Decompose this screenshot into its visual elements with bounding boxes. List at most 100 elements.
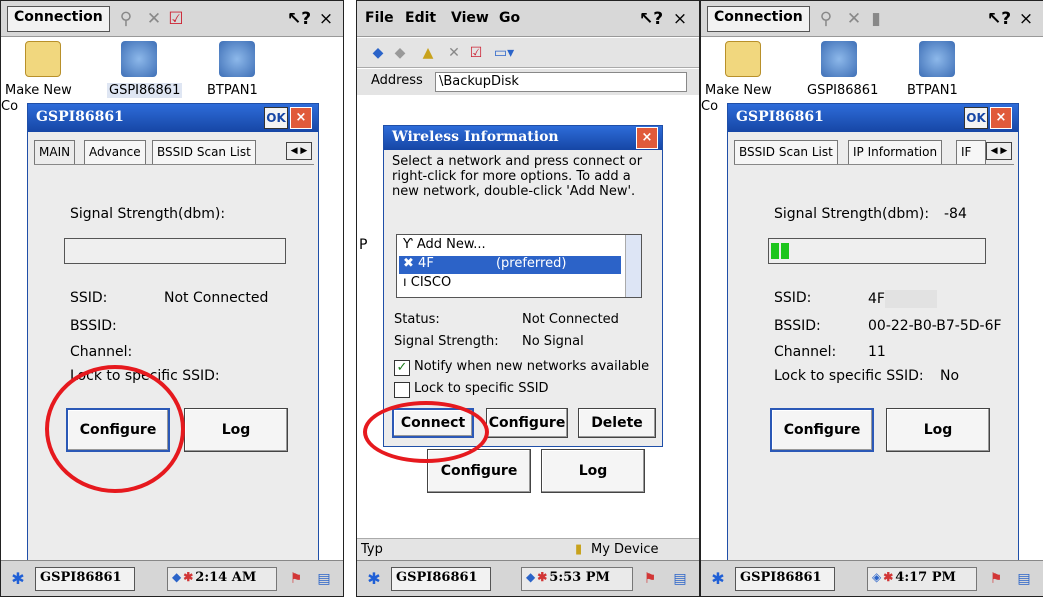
dialog-close-button[interactable]: × xyxy=(290,107,312,129)
tab-ip-information[interactable]: IP Information xyxy=(848,140,943,164)
log-button[interactable]: Log xyxy=(184,408,288,452)
network-list[interactable]: Ƴ Add New... ✖ 4F (preferred) ı CISCO xyxy=(396,234,642,298)
connection-menu-button[interactable]: Connection xyxy=(707,6,810,32)
screen-connected: Connection ⚲ ✕ ▮ ↖? × Make New Co GSPI86… xyxy=(700,0,1043,597)
tab-bssid-scan-list[interactable]: BSSID Scan List xyxy=(152,140,256,164)
network-item-preferred[interactable]: ✖ 4F (preferred) xyxy=(399,256,621,274)
back-icon[interactable]: ◆ xyxy=(367,43,389,63)
properties-icon[interactable]: ☑ xyxy=(465,43,487,63)
channel-value: 11 xyxy=(868,344,886,360)
dialog-title: Wireless Information xyxy=(392,129,559,145)
taskbar-task-button[interactable]: GSPI86861 xyxy=(735,567,835,591)
help-icon[interactable]: ↖? xyxy=(287,8,311,30)
delete-icon[interactable]: ✕ xyxy=(143,8,165,30)
clock: 4:17 PM xyxy=(895,570,956,585)
signal-strength-bar xyxy=(64,238,286,264)
tab-scroll-arrows[interactable]: ◀ ▶ xyxy=(286,142,312,160)
make-new-connection-icon[interactable] xyxy=(25,41,61,77)
network-connection-icon[interactable] xyxy=(121,41,157,77)
dialog-close-button[interactable]: × xyxy=(636,127,658,149)
log-button[interactable]: Log xyxy=(886,408,990,452)
menu-view[interactable]: View xyxy=(451,10,489,26)
tab-if[interactable]: IF xyxy=(956,140,986,164)
tab-bssid-scan-list[interactable]: BSSID Scan List xyxy=(734,140,838,164)
network-name: Add New... xyxy=(416,237,486,252)
desktop-icon[interactable]: ▤ xyxy=(315,569,333,589)
ok-button[interactable]: OK xyxy=(264,107,288,129)
view-menu-icon[interactable]: ▭▾ xyxy=(493,43,515,63)
menu-edit[interactable]: Edit xyxy=(405,10,436,26)
tab-main[interactable]: MAIN xyxy=(34,140,76,164)
wireless-tray-icon[interactable]: ✱ xyxy=(537,570,547,584)
taskbar-task-button[interactable]: GSPI86861 xyxy=(391,567,491,591)
dialog-close-button[interactable]: × xyxy=(990,107,1012,129)
wireless-tray-icon[interactable]: ✱ xyxy=(883,570,893,584)
properties-icon[interactable]: ▮ xyxy=(865,8,887,30)
network-dialog: GSPI86861 OK × MAIN Advance BSSID Scan L… xyxy=(27,103,319,561)
tab-panel-top xyxy=(734,164,1014,165)
network-properties-icon[interactable]: ⚲ xyxy=(115,8,137,30)
close-icon[interactable]: × xyxy=(315,8,337,30)
lock-ssid-checkbox[interactable] xyxy=(394,382,410,398)
wireless-tray-icon[interactable]: ✱ xyxy=(183,570,193,584)
help-icon[interactable]: ↖? xyxy=(639,8,663,30)
bluetooth-pan-icon[interactable] xyxy=(919,41,955,77)
network-item-add-new[interactable]: Ƴ Add New... xyxy=(399,237,490,255)
network-list-scrollbar[interactable] xyxy=(625,235,641,297)
desktop-icon[interactable]: ▤ xyxy=(671,569,689,589)
ok-button[interactable]: OK xyxy=(964,107,988,129)
make-new-connection-icon[interactable] xyxy=(725,41,761,77)
input-panel-icon[interactable]: ⚑ xyxy=(641,569,659,589)
make-new-label-continued: Co xyxy=(701,99,719,114)
up-folder-icon[interactable]: ▲ xyxy=(417,43,439,63)
delete-button[interactable]: Delete xyxy=(578,408,656,438)
start-menu-icon[interactable]: ✱ xyxy=(363,569,385,589)
connection-menu-button[interactable]: Connection xyxy=(7,6,110,32)
menu-go[interactable]: Go xyxy=(499,10,520,26)
redacted-ssid xyxy=(433,256,492,271)
network-connection-icon[interactable] xyxy=(821,41,857,77)
configure-button[interactable]: Configure xyxy=(486,408,568,438)
close-icon[interactable]: × xyxy=(1015,8,1037,30)
bluetooth-pan-label: BTPAN1 xyxy=(207,83,258,98)
ssid-value: Not Connected xyxy=(164,290,269,306)
explorer-toolbar: ◆ ◆ ▲ ✕ ☑ ▭▾ xyxy=(357,38,699,68)
bluetooth-pan-icon[interactable] xyxy=(219,41,255,77)
ssid-label: SSID: xyxy=(70,290,108,306)
address-input[interactable]: \BackupDisk xyxy=(435,72,687,92)
network-properties-icon[interactable]: ⚲ xyxy=(815,8,837,30)
help-icon[interactable]: ↖? xyxy=(987,8,1011,30)
notify-label: Notify when new networks available xyxy=(414,359,650,374)
signal-strength-label: Signal Strength(dbm): xyxy=(774,206,930,222)
make-new-label-continued: Co xyxy=(1,99,19,114)
network-tray-icon[interactable]: ◆ xyxy=(526,570,535,584)
delete-icon[interactable]: ✕ xyxy=(843,8,865,30)
close-icon[interactable]: × xyxy=(669,8,691,30)
network-item-cisco[interactable]: ı CISCO xyxy=(399,275,455,293)
configure-button-label: Configure xyxy=(488,415,566,431)
delete-icon[interactable]: ✕ xyxy=(443,43,465,63)
desktop-icon[interactable]: ▤ xyxy=(1015,569,1033,589)
background-log-button[interactable]: Log xyxy=(541,449,645,493)
dialog-title: GSPI86861 xyxy=(736,109,824,125)
network-tray-icon[interactable]: ◆ xyxy=(172,570,181,584)
wireless-information-dialog: Wireless Information × Select a network … xyxy=(383,125,663,447)
bssid-value: 00-22-B0-B7-5D-6F xyxy=(868,318,1002,334)
tab-advance[interactable]: Advance xyxy=(84,140,146,164)
start-menu-icon[interactable]: ✱ xyxy=(707,569,729,589)
input-panel-icon[interactable]: ⚑ xyxy=(287,569,305,589)
tab-strip: BSSID Scan List IP Information IF ◀ ▶ xyxy=(734,140,1014,164)
network-tray-icon[interactable]: ◈ xyxy=(872,570,881,584)
clock: 5:53 PM xyxy=(549,570,610,585)
network-connection-label: GSPI86861 xyxy=(107,83,183,98)
status-type-label: Typ xyxy=(361,542,383,557)
notify-checkbox[interactable]: ✓ xyxy=(394,360,410,376)
forward-icon[interactable]: ◆ xyxy=(389,43,411,63)
properties-icon[interactable]: ☑ xyxy=(165,8,187,30)
start-menu-icon[interactable]: ✱ xyxy=(7,569,29,589)
tab-scroll-arrows[interactable]: ◀ ▶ xyxy=(986,142,1012,160)
configure-button[interactable]: Configure xyxy=(770,408,874,452)
input-panel-icon[interactable]: ⚑ xyxy=(987,569,1005,589)
menu-file[interactable]: File xyxy=(365,10,394,26)
taskbar-task-button[interactable]: GSPI86861 xyxy=(35,567,135,591)
